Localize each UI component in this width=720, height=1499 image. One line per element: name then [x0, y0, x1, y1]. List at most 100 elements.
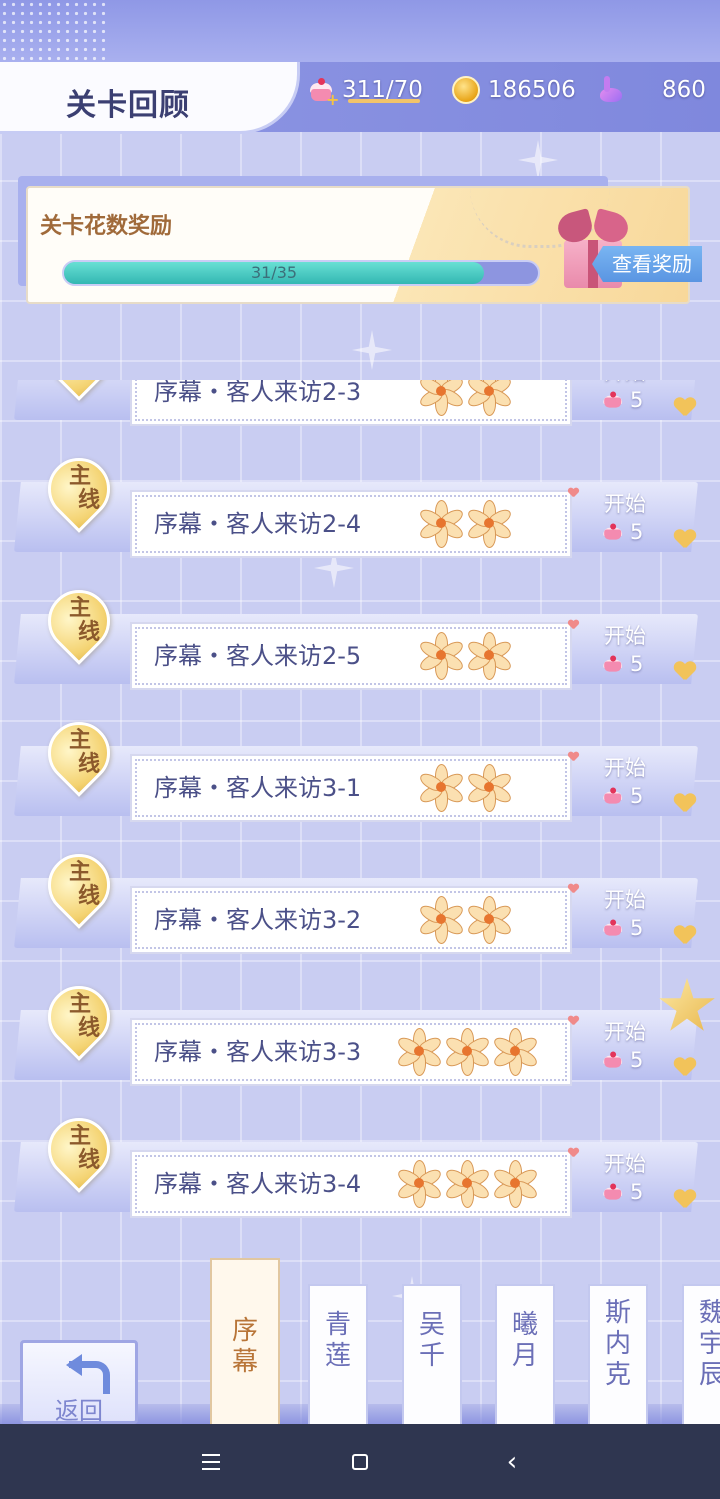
cost-value: 5	[630, 916, 644, 940]
main-line-tag-icon: 主线	[35, 380, 123, 402]
chapter-tab-char: 魏	[698, 1298, 720, 1328]
flower-icon	[490, 1158, 540, 1208]
chapter-tab-char: 莲	[324, 1341, 351, 1371]
start-label: 开始	[604, 888, 646, 912]
stage-name: 序幕・客人来访3-4	[154, 1170, 362, 1198]
chapter-tab[interactable]: 吴千	[402, 1284, 462, 1434]
stage-list[interactable]: 主线序幕・客人来访2-3开始5主线序幕・客人来访2-4开始5主线序幕・客人来访2…	[0, 380, 720, 1240]
chapter-tab[interactable]: 曦月	[495, 1284, 555, 1434]
heart-icon	[674, 794, 696, 814]
chapter-tab[interactable]: 青莲	[308, 1284, 368, 1434]
stage-name-card: 序幕・客人来访2-5	[130, 622, 572, 690]
flower-icon	[416, 630, 466, 680]
main-line-tag-icon: 主线	[35, 445, 123, 534]
start-button[interactable]: 开始 5	[582, 1142, 682, 1212]
cost-value: 5	[630, 652, 644, 676]
flower-icon	[464, 498, 514, 548]
heart-decoration-icon	[568, 488, 580, 498]
diamond-value: 860	[662, 77, 706, 103]
main-line-tag-icon: 主线	[35, 709, 123, 798]
cake-icon	[602, 1051, 623, 1070]
flower-icon	[464, 762, 514, 812]
start-label: 开始	[604, 624, 646, 648]
stage-row: 主线序幕・客人来访3-1 开始 5	[0, 709, 720, 834]
nav-back-icon[interactable]: ‹	[492, 1442, 532, 1482]
start-button[interactable]: 开始 5	[582, 614, 682, 684]
flower-icon	[490, 1026, 540, 1076]
tag-char: 主	[68, 596, 91, 621]
heart-decoration-icon	[568, 620, 580, 630]
start-label: 开始	[604, 1020, 646, 1044]
heart-icon	[674, 1190, 696, 1210]
main-line-tag-icon: 主线	[35, 841, 123, 930]
stage-row: 主线 序幕・客人来访3-3 开始 5	[0, 973, 720, 1098]
chapter-tab[interactable]: 魏宇辰	[682, 1284, 720, 1434]
tag-char: 线	[77, 488, 100, 513]
tag-char: 线	[77, 1148, 100, 1173]
chapter-tab-char: 序	[231, 1316, 258, 1346]
heart-decoration-icon	[568, 1016, 580, 1026]
flower-rating	[416, 894, 514, 950]
flower-rating	[394, 1158, 540, 1214]
start-label: 开始	[604, 756, 646, 780]
start-button[interactable]: 开始 5	[582, 380, 682, 420]
flower-icon	[442, 1026, 492, 1076]
flower-icon	[416, 498, 466, 548]
chapter-tab-char: 青	[324, 1310, 351, 1340]
tag-char: 线	[77, 1016, 100, 1041]
flower-rating	[416, 380, 514, 422]
stage-name: 序幕・客人来访3-2	[154, 906, 362, 934]
cake-icon	[602, 391, 623, 410]
stamina-resource[interactable]: + 311/70	[308, 70, 423, 110]
flower-icon	[416, 762, 466, 812]
cake-icon	[602, 787, 623, 806]
start-button[interactable]: 开始 5	[582, 482, 682, 552]
flower-rating	[416, 762, 514, 818]
stage-name-card: 序幕・客人来访3-3	[130, 1018, 572, 1086]
back-arrow-icon	[55, 1353, 110, 1394]
reward-progress-text: 31/35	[250, 263, 298, 282]
tag-char: 主	[68, 860, 91, 885]
heart-icon	[674, 530, 696, 550]
status-strip	[0, 0, 720, 62]
swan-icon	[596, 76, 626, 104]
cost-value: 5	[630, 784, 644, 808]
cost-value: 5	[630, 520, 644, 544]
chapter-tab-char: 宇	[698, 1329, 720, 1359]
heart-decoration-icon	[568, 1148, 580, 1158]
stamina-bar	[348, 99, 420, 103]
stage-name-card: 序幕・客人来访3-1	[130, 754, 572, 822]
back-label: 返回	[55, 1397, 103, 1425]
stage-name: 序幕・客人来访3-1	[154, 774, 362, 802]
page-title: 关卡回顾	[66, 88, 190, 123]
tag-char: 主	[68, 992, 91, 1017]
start-button[interactable]: 开始 5	[582, 1010, 682, 1080]
stage-row: 主线序幕・客人来访3-2 开始 5	[0, 841, 720, 966]
flower-rating	[416, 630, 514, 686]
nav-menu-icon[interactable]	[190, 1442, 230, 1482]
stage-name-card: 序幕・客人来访3-2	[130, 886, 572, 954]
back-button[interactable]: 返回	[20, 1340, 138, 1425]
chapter-tab-char: 月	[511, 1341, 538, 1371]
tag-char: 线	[77, 752, 100, 777]
coin-value: 186506	[488, 77, 576, 103]
sparkle-decoration	[352, 330, 392, 370]
chapter-tab[interactable]: 斯内克	[588, 1284, 648, 1434]
stage-row: 主线序幕・客人来访3-4 开始 5	[0, 1105, 720, 1230]
flower-icon	[394, 1158, 444, 1208]
start-button[interactable]: 开始 5	[582, 746, 682, 816]
nav-home-icon[interactable]	[340, 1442, 380, 1482]
main-line-tag-icon: 主线	[35, 1105, 123, 1194]
coin-resource[interactable]: 186506	[452, 70, 576, 110]
start-button[interactable]: 开始 5	[582, 878, 682, 948]
tag-char: 线	[77, 620, 100, 645]
chapter-tab-char: 千	[418, 1341, 445, 1371]
start-cost: 5	[600, 652, 643, 676]
view-reward-button[interactable]: 查看奖励	[592, 246, 702, 282]
cost-value: 5	[630, 1048, 644, 1072]
start-cost: 5	[600, 784, 643, 808]
start-cost: 5	[600, 1180, 643, 1204]
chapter-tab[interactable]: 序幕	[210, 1258, 280, 1428]
heart-icon	[674, 1058, 696, 1078]
diamond-resource[interactable]: 860	[596, 70, 706, 110]
